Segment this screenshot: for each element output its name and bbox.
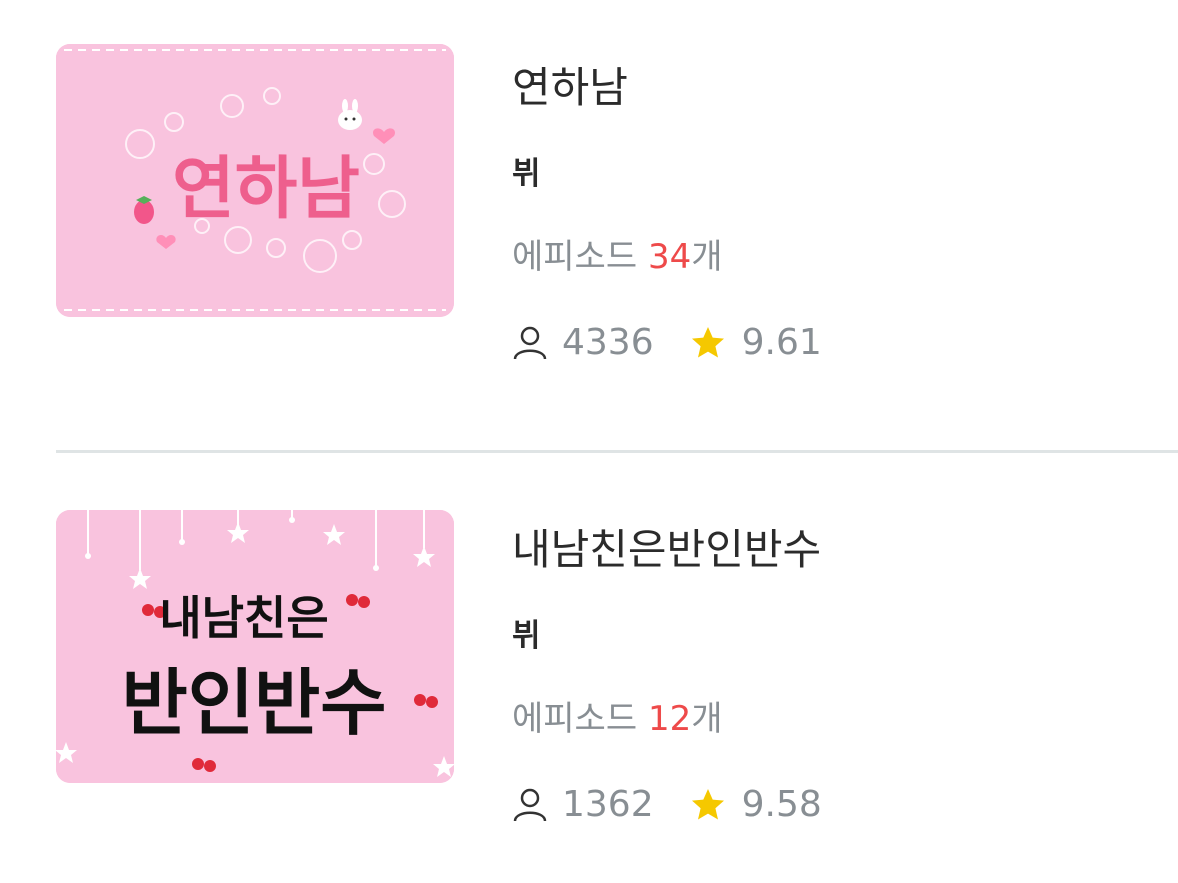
episode-count: 에피소드 34개 — [512, 234, 822, 280]
thumbnail-subtitle: 내남친은 — [159, 591, 328, 645]
thumbnail-title: 연하남 — [172, 150, 360, 229]
strawberry-icon — [134, 196, 154, 224]
story-author[interactable]: 뷔 — [512, 616, 822, 656]
episode-count: 에피소드 12개 — [512, 696, 822, 742]
view-count: 4336 — [562, 322, 654, 363]
story-title[interactable]: 내남친은반인반수 — [512, 522, 822, 578]
story-stats: 4336 9.61 — [512, 320, 822, 366]
star-icon — [691, 327, 724, 358]
story-author[interactable]: 뷔 — [512, 154, 822, 194]
story-title[interactable]: 연하남 — [512, 60, 822, 116]
episode-label: 에피소드 — [512, 699, 648, 739]
story-info: 연하남 뷔 에피소드 34개 4336 9.61 — [512, 60, 822, 366]
episode-label: 에피소드 — [512, 237, 648, 277]
list-item[interactable]: 내남친은 반인반수 내남친은반인반수 뷔 에피소드 12개 1362 9.58 — [0, 452, 1178, 883]
story-info: 내남친은반인반수 뷔 에피소드 12개 1362 9.58 — [512, 522, 822, 828]
list-item[interactable]: 연하남 연하남 뷔 에피소드 34개 4336 9.61 — [0, 0, 1178, 452]
episode-unit: 개 — [691, 699, 723, 739]
user-icon — [513, 326, 547, 360]
thumbnail-title: 반인반수 — [122, 661, 387, 745]
user-icon — [513, 788, 547, 822]
story-thumbnail[interactable]: 연하남 — [56, 44, 454, 317]
star-icon — [691, 789, 724, 820]
story-stats: 1362 9.58 — [512, 782, 822, 828]
rating-value: 9.61 — [741, 322, 822, 363]
view-count: 1362 — [562, 784, 654, 825]
episode-number: 12 — [647, 699, 692, 739]
story-thumbnail[interactable]: 내남친은 반인반수 — [56, 510, 454, 783]
episode-number: 34 — [647, 237, 692, 277]
thumbnail-art-yeonhanam: 연하남 — [56, 44, 454, 317]
rating-value: 9.58 — [741, 784, 822, 825]
episode-unit: 개 — [691, 237, 723, 277]
thumbnail-art-naenamchin: 내남친은 반인반수 — [56, 510, 454, 783]
